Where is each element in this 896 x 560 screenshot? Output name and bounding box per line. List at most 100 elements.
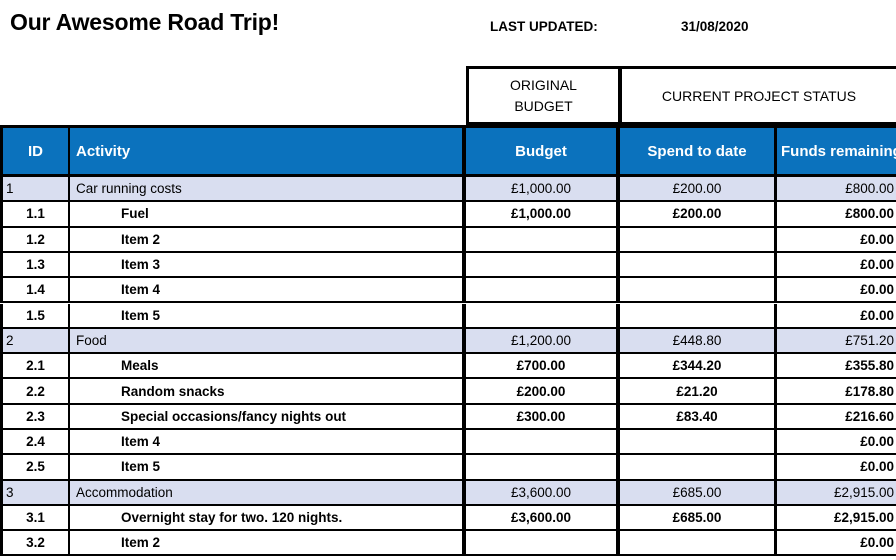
cell-id[interactable]: 2.2	[0, 379, 70, 405]
cell-activity[interactable]: Item 2	[70, 531, 466, 557]
cell-id[interactable]: 2.1	[0, 354, 70, 380]
cell-activity[interactable]: Item 4	[70, 430, 466, 456]
cell-spend-to-date[interactable]: £83.40	[620, 404, 777, 430]
cell-activity[interactable]: Random snacks	[70, 379, 466, 405]
cell-budget[interactable]	[466, 227, 620, 253]
cell-spend-to-date[interactable]	[620, 430, 777, 456]
cell-spend-to-date[interactable]	[620, 227, 777, 253]
table-row[interactable]: 3.1 Overnight stay for two. 120 nights. £3…	[0, 505, 896, 532]
cell-budget[interactable]: £3,600.00	[466, 480, 620, 506]
cell-activity[interactable]: Item 4	[70, 278, 466, 304]
cell-activity[interactable]: Fuel	[70, 202, 466, 228]
cell-id[interactable]: 3.1	[0, 505, 70, 532]
table-row[interactable]: 1.4 Item 4 £0.00	[0, 278, 896, 304]
cell-budget[interactable]	[466, 303, 620, 329]
cell-id[interactable]: 2.4	[0, 430, 70, 456]
cell-activity[interactable]: Item 5	[70, 455, 466, 481]
cell-budget[interactable]: £700.00	[466, 354, 620, 380]
group-header-original-budget-line2: BUDGET	[514, 97, 573, 114]
cell-funds-remaining[interactable]: £178.80	[777, 379, 896, 405]
cell-id[interactable]: 1.4	[0, 278, 70, 304]
cell-budget[interactable]: £200.00	[466, 379, 620, 405]
cell-activity[interactable]: Item 5	[70, 303, 466, 329]
column-header-funds-remaining[interactable]: Funds remaining	[777, 125, 896, 177]
cell-funds-remaining[interactable]: £0.00	[777, 278, 896, 304]
cell-spend-to-date[interactable]: £21.20	[620, 379, 777, 405]
cell-budget[interactable]: £1,000.00	[466, 177, 620, 203]
table-row[interactable]: 1 Car running costs £1,000.00 £200.00 £800.0…	[0, 177, 896, 203]
cell-activity[interactable]: Food	[70, 328, 466, 355]
table-row[interactable]: 3 Accommodation £3,600.00 £685.00 £2,915.00	[0, 480, 896, 506]
cell-budget[interactable]	[466, 278, 620, 304]
cell-funds-remaining[interactable]: £0.00	[777, 303, 896, 329]
cell-funds-remaining[interactable]: £2,915.00	[777, 480, 896, 506]
table-row[interactable]: 3.2 Item 2 £0.00	[0, 531, 896, 557]
table-row[interactable]: 2.1 Meals £700.00 £344.20 £355.80	[0, 354, 896, 380]
table-row[interactable]: 1.1 Fuel £1,000.00 £200.00 £800.00	[0, 202, 896, 228]
cell-spend-to-date[interactable]: £685.00	[620, 480, 777, 506]
column-header-activity[interactable]: Activity	[70, 125, 466, 177]
table-row[interactable]: 2.2 Random snacks £200.00 £21.20 £178.80	[0, 379, 896, 405]
group-header-original-budget: ORIGINAL BUDGET	[466, 66, 620, 125]
cell-activity[interactable]: Item 2	[70, 227, 466, 253]
cell-id[interactable]: 2.3	[0, 404, 70, 430]
cell-id[interactable]: 2	[0, 328, 70, 355]
cell-spend-to-date[interactable]: £685.00	[620, 505, 777, 532]
table-row[interactable]: 1.5 Item 5 £0.00	[0, 303, 896, 329]
table-row[interactable]: 1.2 Item 2 £0.00	[0, 227, 896, 253]
column-header-budget[interactable]: Budget	[466, 125, 620, 177]
cell-budget[interactable]	[466, 430, 620, 456]
cell-spend-to-date[interactable]	[620, 455, 777, 481]
column-header-spend-to-date[interactable]: Spend to date	[620, 125, 777, 177]
table-row[interactable]: 1.3 Item 3 £0.00	[0, 252, 896, 279]
cell-funds-remaining[interactable]: £2,915.00	[777, 505, 896, 532]
cell-budget[interactable]	[466, 531, 620, 557]
cell-id[interactable]: 1.2	[0, 227, 70, 253]
cell-id[interactable]: 3	[0, 480, 70, 506]
table-row[interactable]: 2.3 Special occasions/fancy nights out £30…	[0, 404, 896, 430]
cell-spend-to-date[interactable]	[620, 303, 777, 329]
cell-spend-to-date[interactable]: £448.80	[620, 328, 777, 355]
cell-id[interactable]: 1.1	[0, 202, 70, 228]
cell-activity[interactable]: Item 3	[70, 252, 466, 279]
cell-spend-to-date[interactable]	[620, 252, 777, 279]
cell-id[interactable]: 1	[0, 177, 70, 203]
cell-spend-to-date[interactable]	[620, 278, 777, 304]
cell-id[interactable]: 3.2	[0, 531, 70, 557]
cell-funds-remaining[interactable]: £751.20	[777, 328, 896, 355]
cell-budget[interactable]: £1,000.00	[466, 202, 620, 228]
cell-funds-remaining[interactable]: £800.00	[777, 202, 896, 228]
cell-id[interactable]: 1.5	[0, 303, 70, 329]
cell-activity[interactable]: Car running costs	[70, 177, 466, 203]
cell-budget[interactable]	[466, 252, 620, 279]
cell-spend-to-date[interactable]: £200.00	[620, 202, 777, 228]
cell-activity[interactable]: Meals	[70, 354, 466, 380]
cell-funds-remaining[interactable]: £0.00	[777, 455, 896, 481]
table-row[interactable]: 2.5 Item 5 £0.00	[0, 455, 896, 481]
table-row[interactable]: 2.4 Item 4 £0.00	[0, 430, 896, 456]
cell-activity[interactable]: Overnight stay for two. 120 nights.	[70, 505, 466, 532]
cell-budget[interactable]: £1,200.00	[466, 328, 620, 355]
cell-funds-remaining[interactable]: £216.60	[777, 404, 896, 430]
last-updated-value[interactable]: 31/08/2020	[681, 19, 749, 34]
cell-funds-remaining[interactable]: £355.80	[777, 354, 896, 380]
cell-budget[interactable]: £300.00	[466, 404, 620, 430]
cell-funds-remaining[interactable]: £0.00	[777, 227, 896, 253]
cell-funds-remaining[interactable]: £800.00	[777, 177, 896, 203]
group-header-band: ORIGINAL BUDGET CURRENT PROJECT STATUS	[0, 66, 896, 125]
cell-funds-remaining[interactable]: £0.00	[777, 531, 896, 557]
cell-funds-remaining[interactable]: £0.00	[777, 252, 896, 279]
cell-spend-to-date[interactable]: £344.20	[620, 354, 777, 380]
cell-budget[interactable]	[466, 455, 620, 481]
cell-spend-to-date[interactable]: £200.00	[620, 177, 777, 203]
cell-activity[interactable]: Accommodation	[70, 480, 466, 506]
cell-funds-remaining[interactable]: £0.00	[777, 430, 896, 456]
cell-spend-to-date[interactable]	[620, 531, 777, 557]
table-row[interactable]: 2 Food £1,200.00 £448.80 £751.20	[0, 328, 896, 355]
column-header-id[interactable]: ID	[0, 125, 70, 177]
group-header-original-budget-line1: ORIGINAL	[510, 77, 577, 94]
cell-id[interactable]: 2.5	[0, 455, 70, 481]
cell-id[interactable]: 1.3	[0, 252, 70, 279]
cell-activity[interactable]: Special occasions/fancy nights out	[70, 404, 466, 430]
cell-budget[interactable]: £3,600.00	[466, 505, 620, 532]
